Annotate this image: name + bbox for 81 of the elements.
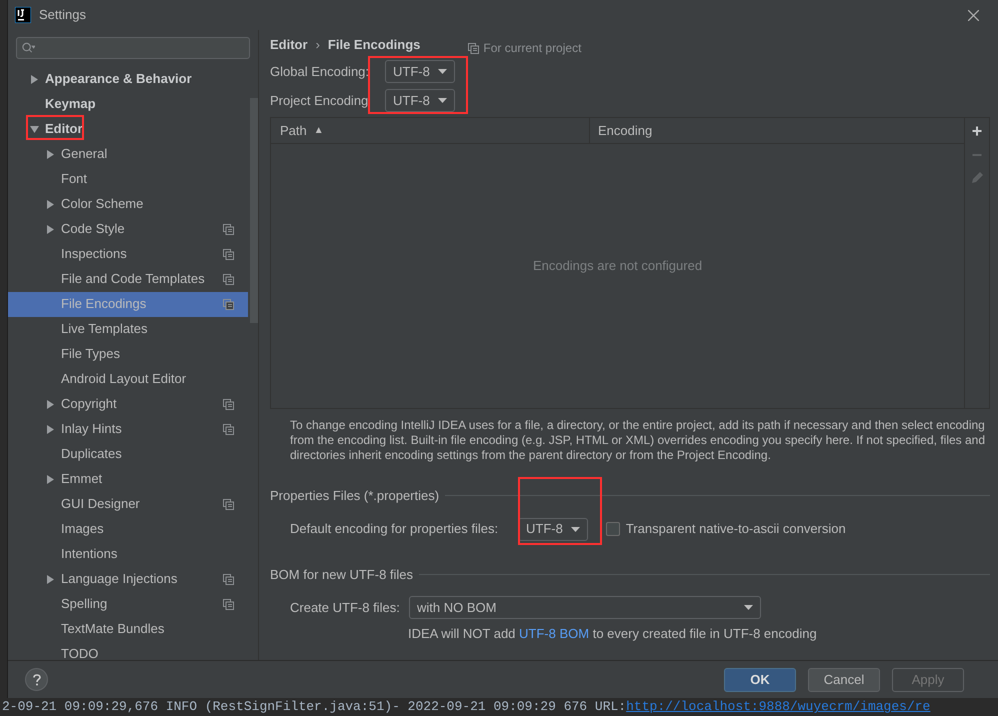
expanded-arrow-icon[interactable] [30,124,39,134]
settings-tree-item[interactable]: Code Style [8,216,248,242]
project-scope-icon [223,248,234,260]
project-scope-icon [223,224,234,234]
dialog-button[interactable]: Cancel [808,668,880,692]
settings-tree-item[interactable]: TODO [8,642,248,666]
column-header[interactable]: Encoding [590,118,964,143]
settings-tree-item[interactable]: Inlay Hints [8,416,248,442]
bom-link[interactable]: UTF-8 BOM [519,626,590,641]
collapsed-arrow-icon[interactable] [46,400,55,408]
project-scope-icon [223,598,234,610]
encoding-label: Global Encoding: [270,62,370,81]
encoding-label: Project Encoding [270,92,370,110]
settings-tree-item[interactable]: File and Code Templates [8,266,248,292]
project-scope-icon [223,298,234,310]
settings-tree-item[interactable]: Copyright [8,392,248,416]
settings-tree-item[interactable]: Appearance & Behavior [8,66,248,92]
project-scope-icon [223,398,234,410]
project-scope-icon [223,574,234,584]
settings-tree-item[interactable]: Language Injections [8,566,248,592]
search-field[interactable] [16,37,250,58]
help-button[interactable] [25,668,48,691]
scrollbar-thumb[interactable] [250,98,258,323]
app-logo-icon [15,7,31,23]
collapsed-arrow-icon[interactable] [30,74,39,84]
table-tool-button[interactable]: + [972,121,982,141]
settings-tree-item[interactable]: Android Layout Editor [8,366,248,392]
project-scope-icon [223,498,234,510]
settings-tree-item[interactable]: Emmet [8,466,248,492]
collapsed-arrow-icon[interactable] [46,200,55,208]
log-link[interactable]: http://localhost:9888/wuyecrm/images/re [626,698,930,716]
description-text: To change encoding IntelliJ IDEA uses for a file, a directory, or the entire project, add its path if necessary and then select encoding from the encoding list. Built-in file encoding (e.g. JSP, HTML or XML) overrides encoding you specify here. If not specified, files and directories inherit encoding settings from the parent directory or from the Project Encoding. [290,418,986,463]
section-title: Properties Files (*.properties) [270,487,440,505]
settings-tree-item[interactable]: Color Scheme [8,192,248,216]
settings-tree-item[interactable]: Font [8,166,248,192]
breadcrumb-separator: › [316,36,320,54]
collapsed-arrow-icon[interactable] [46,150,55,158]
checkbox-label: Transparent native-to-ascii conversion [626,520,846,538]
checkbox[interactable] [606,522,620,536]
settings-tree-item[interactable]: Live Templates [8,316,248,342]
collapsed-arrow-icon[interactable] [46,574,55,584]
close-icon[interactable] [968,10,979,20]
bom-label: Create UTF-8 files: [290,598,401,617]
settings-tree-item[interactable]: TextMate Bundles [8,616,248,642]
project-scope-icon [223,424,234,434]
collapsed-arrow-icon[interactable] [46,424,55,434]
settings-tree-item[interactable]: Keymap [8,92,248,116]
caret-icon [570,526,580,532]
breadcrumb-parent[interactable]: Editor [270,35,308,55]
search-icon [22,42,35,54]
encoding-dropdown[interactable]: UTF-8 [518,518,588,540]
collapsed-arrow-icon[interactable] [46,474,55,484]
settings-tree-item[interactable]: Images [8,516,248,542]
section-title: BOM for new UTF-8 files [270,566,414,584]
empty-table-message: Encodings are not configured [532,257,702,276]
properties-encoding-label: Default encoding for properties files: [290,520,500,538]
caret-icon [438,69,447,74]
settings-tree-item[interactable]: GUI Designer [8,492,248,516]
project-scope-icon [468,42,480,54]
settings-tree-item[interactable]: Editor [8,116,248,142]
settings-tree-item[interactable]: Inspections [8,242,248,266]
bom-note: IDEA will NOT add UTF-8 BOM to every created file in UTF-8 encoding [408,625,818,643]
caret-icon [438,98,447,103]
encoding-dropdown[interactable]: UTF-8 [385,60,455,83]
breadcrumb-current: File Encodings [328,36,420,54]
encoding-dropdown[interactable]: UTF-8 [385,89,455,112]
window-title: Settings [39,6,86,24]
settings-tree-item[interactable]: Intentions [8,542,248,566]
settings-tree-item[interactable]: Spelling [8,592,248,616]
collapsed-arrow-icon[interactable] [46,224,55,234]
encoding-dropdown[interactable]: with NO BOM [409,596,761,619]
column-header[interactable]: Path ▲ [271,118,590,143]
dialog-button[interactable]: OK [724,668,796,692]
log-line: 2-09-21 09:09:29,676 INFO (RestSignFilter.java:51)- 2022-09-21 09:09:29 676 URL: [2,698,626,716]
scope-label: For current project [483,40,582,57]
settings-tree-item[interactable]: File Types [8,342,248,366]
settings-tree-item[interactable]: General [8,142,248,166]
settings-tree-item[interactable]: Duplicates [8,442,248,466]
caret-icon [744,605,753,610]
help-icon [32,674,40,686]
project-scope-icon [223,274,234,284]
